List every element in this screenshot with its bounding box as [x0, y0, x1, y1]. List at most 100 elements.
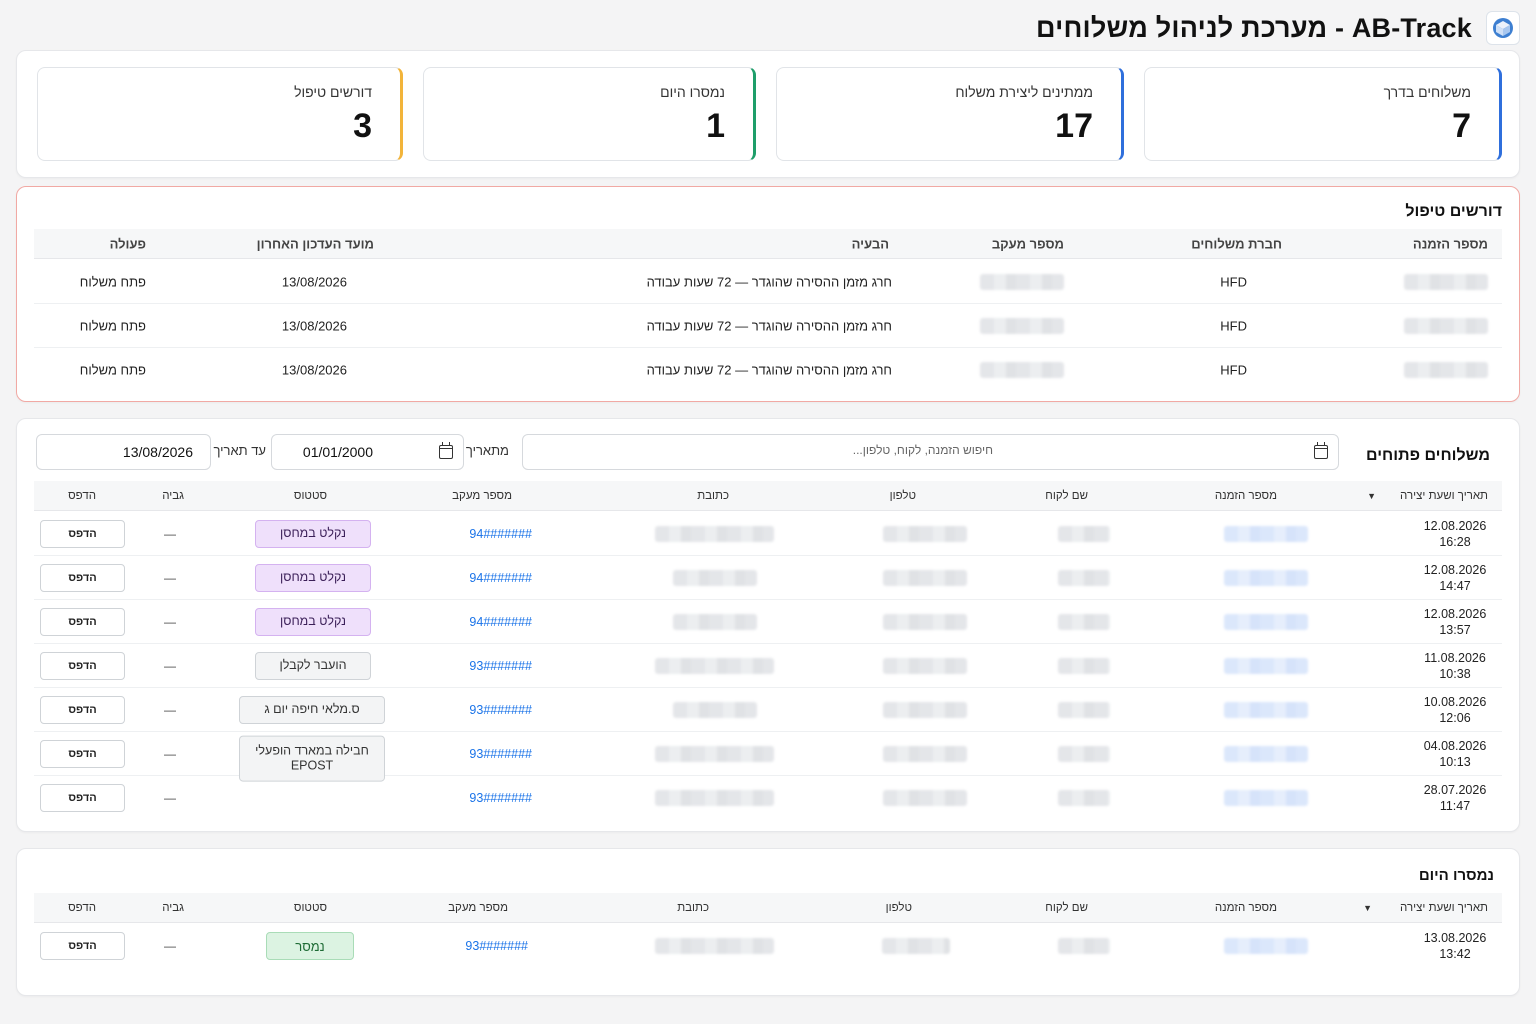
- search-box[interactable]: [522, 434, 1339, 470]
- print-button[interactable]: הדפס: [40, 932, 125, 960]
- section-title: משלוחים פתוחים: [1366, 447, 1490, 464]
- phone-redacted: [883, 745, 967, 762]
- company: HFD: [1220, 318, 1247, 333]
- status-badge: הועבר לקבלן: [255, 651, 371, 680]
- col-customer: שם לקוח: [1045, 489, 1088, 502]
- table-row: HFD חרג מזמן ההסירה שהוגדר — 72 שעות עבו…: [34, 348, 1502, 392]
- open-shipment-link[interactable]: פתח משלוח: [80, 363, 146, 378]
- stat-delivered-today[interactable]: נמסרו היום 1: [423, 67, 756, 161]
- col-print: הדפס: [68, 901, 96, 914]
- tracking-link[interactable]: 93#######: [469, 747, 532, 761]
- page-title: AB-Track - מערכת לניהול משלוחים: [1036, 12, 1472, 43]
- tracking-link[interactable]: 93#######: [469, 659, 532, 673]
- section-title: נמסרו היום: [1418, 867, 1494, 884]
- col-status: סטטוס: [293, 901, 327, 914]
- app-logo: [1486, 11, 1520, 45]
- created-date: 28.07.2026: [1423, 783, 1487, 797]
- status-badge: חבילה במארד הופעלי EPOST: [239, 735, 385, 782]
- table-row: 11.08.2026 10:38 93####### הועבר לקבלן —…: [34, 644, 1502, 688]
- col-tracking: מספר מעקב: [991, 236, 1064, 251]
- print-button[interactable]: הדפס: [40, 784, 125, 812]
- tracking-link[interactable]: 93#######: [465, 939, 528, 953]
- customer-name-redacted: [1058, 569, 1110, 586]
- tracking-link[interactable]: 94#######: [469, 527, 532, 541]
- created-date: 12.08.2026: [1423, 518, 1487, 533]
- col-last-update: מועד העדכון האחרון: [256, 236, 374, 251]
- collection-value: —: [164, 570, 176, 585]
- collection-value: —: [164, 614, 176, 629]
- tracking-link[interactable]: 94#######: [469, 571, 532, 585]
- stat-label: משלוחים בדרך: [1383, 84, 1471, 100]
- stat-in-transit[interactable]: משלוחים בדרך 7: [1144, 67, 1502, 161]
- print-button[interactable]: הדפס: [40, 739, 125, 768]
- status-badge: נקלט במחסן: [255, 607, 371, 636]
- to-date-field[interactable]: 13/08/2026: [36, 434, 211, 470]
- open-shipment-link[interactable]: פתח משלוח: [80, 274, 146, 289]
- order-number-redacted: [1224, 790, 1308, 806]
- created-datetime: 11.08.2026 10:38: [1422, 650, 1488, 682]
- created-datetime: 12.08.2026 16:28: [1422, 518, 1488, 550]
- table-row: HFD חרג מזמן ההסירה שהוגדר — 72 שעות עבו…: [34, 304, 1502, 348]
- from-date-field[interactable]: 01/01/2000: [271, 434, 464, 470]
- phone-redacted: [883, 657, 967, 674]
- order-number-redacted: [1224, 525, 1308, 542]
- table-header: מספר הזמנה חברת משלוחים מספר מעקב הבעיה …: [34, 229, 1502, 259]
- created-time: 16:28: [1439, 534, 1471, 549]
- print-button[interactable]: הדפס: [40, 563, 125, 592]
- search-input[interactable]: [673, 443, 993, 457]
- col-print: הדפס: [68, 489, 96, 502]
- created-date: 12.08.2026: [1423, 562, 1487, 577]
- stat-awaiting-creation[interactable]: ממתינים ליצירת משלוח 17: [776, 67, 1124, 161]
- print-button[interactable]: הדפס: [40, 651, 125, 680]
- created-datetime: 04.08.2026 10:13: [1422, 738, 1488, 770]
- stat-value: 7: [1452, 107, 1471, 145]
- phone-redacted: [883, 790, 967, 806]
- last-update: 13/08/2026: [281, 318, 347, 333]
- collection-value: —: [164, 526, 176, 541]
- issue: חרג מזמן ההסירה שהוגדר — 72 שעות עבודה: [646, 362, 892, 378]
- company: HFD: [1220, 362, 1247, 378]
- col-tracking: מספר מעקב: [452, 489, 512, 502]
- order-number-redacted: [1224, 745, 1308, 762]
- address-redacted: [673, 569, 757, 586]
- section-title: דורשים טיפול: [1405, 203, 1502, 220]
- customer-name-redacted: [1058, 938, 1110, 954]
- tracking-number-redacted: [980, 273, 1064, 290]
- stat-label: דורשים טיפול: [294, 84, 372, 100]
- from-date-label: מתאריך: [465, 443, 509, 458]
- customer-name-redacted: [1058, 525, 1110, 542]
- address-redacted: [655, 938, 774, 954]
- sort-desc-icon[interactable]: ▼: [1363, 903, 1372, 913]
- col-customer: שם לקוח: [1045, 901, 1088, 914]
- created-date: 10.08.2026: [1423, 694, 1487, 709]
- print-button[interactable]: הדפס: [40, 695, 125, 724]
- to-date-label: עד תאריך: [213, 443, 266, 458]
- tracking-link[interactable]: 93#######: [469, 703, 532, 717]
- needs-attention-panel: דורשים טיפול מספר הזמנה חברת משלוחים מספ…: [16, 186, 1520, 402]
- created-time: 10:38: [1439, 666, 1471, 681]
- order-number-redacted: [1224, 938, 1308, 954]
- tracking-link[interactable]: 94#######: [469, 615, 532, 629]
- print-button[interactable]: הדפס: [40, 519, 125, 548]
- customer-name-redacted: [1058, 701, 1110, 718]
- table-header: תאריך ושעת יצירה ▼ מספר הזמנה שם לקוח טל…: [34, 481, 1502, 511]
- open-shipment-link[interactable]: פתח משלוח: [80, 318, 146, 333]
- issue: חרג מזמן ההסירה שהוגדר — 72 שעות עבודה: [646, 318, 892, 333]
- col-tracking: מספר מעקב: [448, 901, 508, 914]
- tracking-link[interactable]: 93#######: [469, 791, 532, 805]
- col-action: פעולה: [109, 236, 146, 251]
- col-collection: גביה: [162, 901, 184, 914]
- last-update: 13/08/2026: [281, 274, 347, 289]
- order-number-redacted: [1224, 569, 1308, 586]
- created-date: 11.08.2026: [1424, 650, 1486, 665]
- from-date-value: 01/01/2000: [302, 444, 373, 460]
- col-created: תאריך ושעת יצירה: [1400, 489, 1488, 502]
- phone-redacted: [883, 569, 967, 586]
- print-button[interactable]: הדפס: [40, 607, 125, 636]
- stat-needs-attention[interactable]: דורשים טיפול 3: [37, 67, 403, 161]
- customer-name-redacted: [1058, 790, 1110, 806]
- col-phone: טלפון: [889, 489, 916, 502]
- col-created: תאריך ושעת יצירה: [1400, 901, 1488, 914]
- customer-name-redacted: [1058, 745, 1110, 762]
- sort-desc-icon[interactable]: ▼: [1367, 491, 1376, 501]
